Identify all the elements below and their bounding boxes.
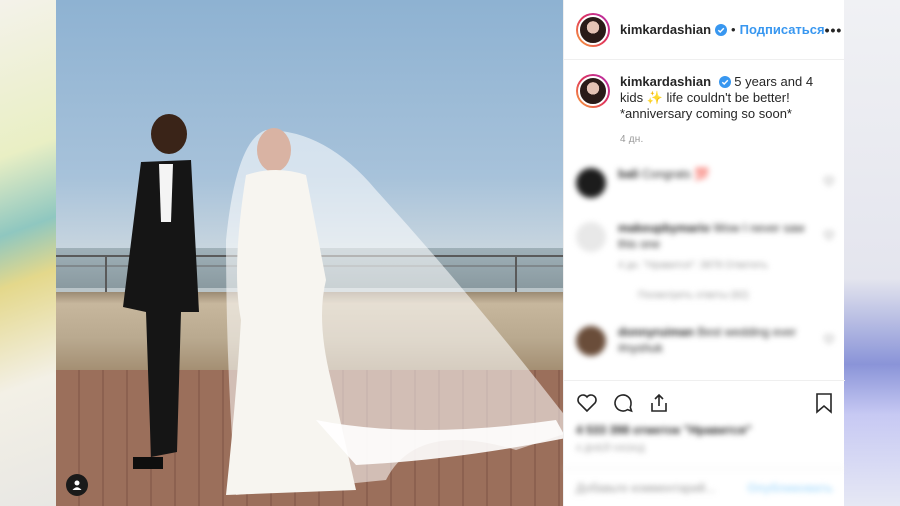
author-avatar[interactable] (576, 12, 610, 47)
post-photo[interactable] (56, 0, 563, 506)
comment-avatar[interactable] (576, 168, 606, 198)
verified-icon (715, 23, 728, 36)
caption: kimkardashian 5 years and 4 kids ✨ life … (564, 60, 844, 148)
like-comment-icon[interactable] (824, 176, 834, 186)
caption-avatar[interactable] (576, 74, 610, 108)
comment-body: bali Congrats 💯 (618, 166, 808, 198)
comment-input[interactable]: Добавьте комментарий... (576, 481, 715, 495)
bookmark-icon[interactable] (815, 392, 833, 414)
post-header: kimkardashian • Подписаться ••• (564, 0, 844, 60)
comment-icon[interactable] (612, 392, 634, 414)
verified-icon (718, 76, 731, 88)
like-comment-icon[interactable] (824, 334, 834, 344)
caption-body: kimkardashian 5 years and 4 kids ✨ life … (620, 74, 832, 148)
caption-username[interactable]: kimkardashian (620, 74, 711, 89)
add-comment-bar: Добавьте комментарий... Опубликовать (564, 468, 845, 506)
follow-button[interactable]: Подписаться (740, 22, 825, 37)
comment-username[interactable]: makeupbymario (618, 221, 710, 235)
post-actions: 4 533 398 отметок "Нравится" 4 ДНЕЙ НАЗА… (564, 380, 845, 461)
separator-dot: • (731, 22, 736, 37)
tagged-user-button[interactable] (66, 474, 88, 496)
author-username[interactable]: kimkardashian (620, 22, 711, 37)
comments-list[interactable]: kimkardashian 5 years and 4 kids ✨ life … (564, 60, 844, 380)
post-side-panel: kimkardashian • Подписаться ••• kimkarda… (563, 0, 845, 506)
comment-body: makeupbymario Wow I never saw this one 4… (618, 220, 808, 304)
comment-text: Congrats 💯 (642, 167, 709, 181)
comment-username[interactable]: donnyruiman (618, 325, 694, 339)
likes-count[interactable]: 4 533 398 отметок "Нравится" (576, 423, 833, 437)
photo-bride (226, 128, 563, 495)
post-date: 4 ДНЕЙ НАЗАД (576, 443, 645, 453)
more-options-icon[interactable]: ••• (825, 22, 843, 38)
comment-body: donnyruiman Best wedding ever #nyshuk (618, 324, 808, 356)
view-replies-link[interactable]: Посмотреть ответы (82) (638, 288, 808, 304)
user-icon (72, 480, 82, 490)
like-icon[interactable] (576, 393, 598, 413)
comment-row: makeupbymario Wow I never saw this one 4… (564, 210, 844, 304)
background-left-decoration (0, 0, 56, 506)
comment-meta: 4 дн. "Нравится": 3878 Ответить (618, 260, 768, 271)
comment-avatar[interactable] (576, 222, 606, 252)
publish-button[interactable]: Опубликовать (747, 481, 833, 495)
comment-username[interactable]: bali (618, 167, 639, 181)
comment-row: bali Congrats 💯 (564, 156, 844, 198)
comment-avatar[interactable] (576, 326, 606, 356)
comment-row: donnyruiman Best wedding ever #nyshuk (564, 314, 844, 356)
share-icon[interactable] (648, 392, 670, 414)
background-right-decoration (844, 0, 900, 506)
like-comment-icon[interactable] (824, 230, 834, 240)
caption-time: 4 дн. (620, 134, 644, 145)
